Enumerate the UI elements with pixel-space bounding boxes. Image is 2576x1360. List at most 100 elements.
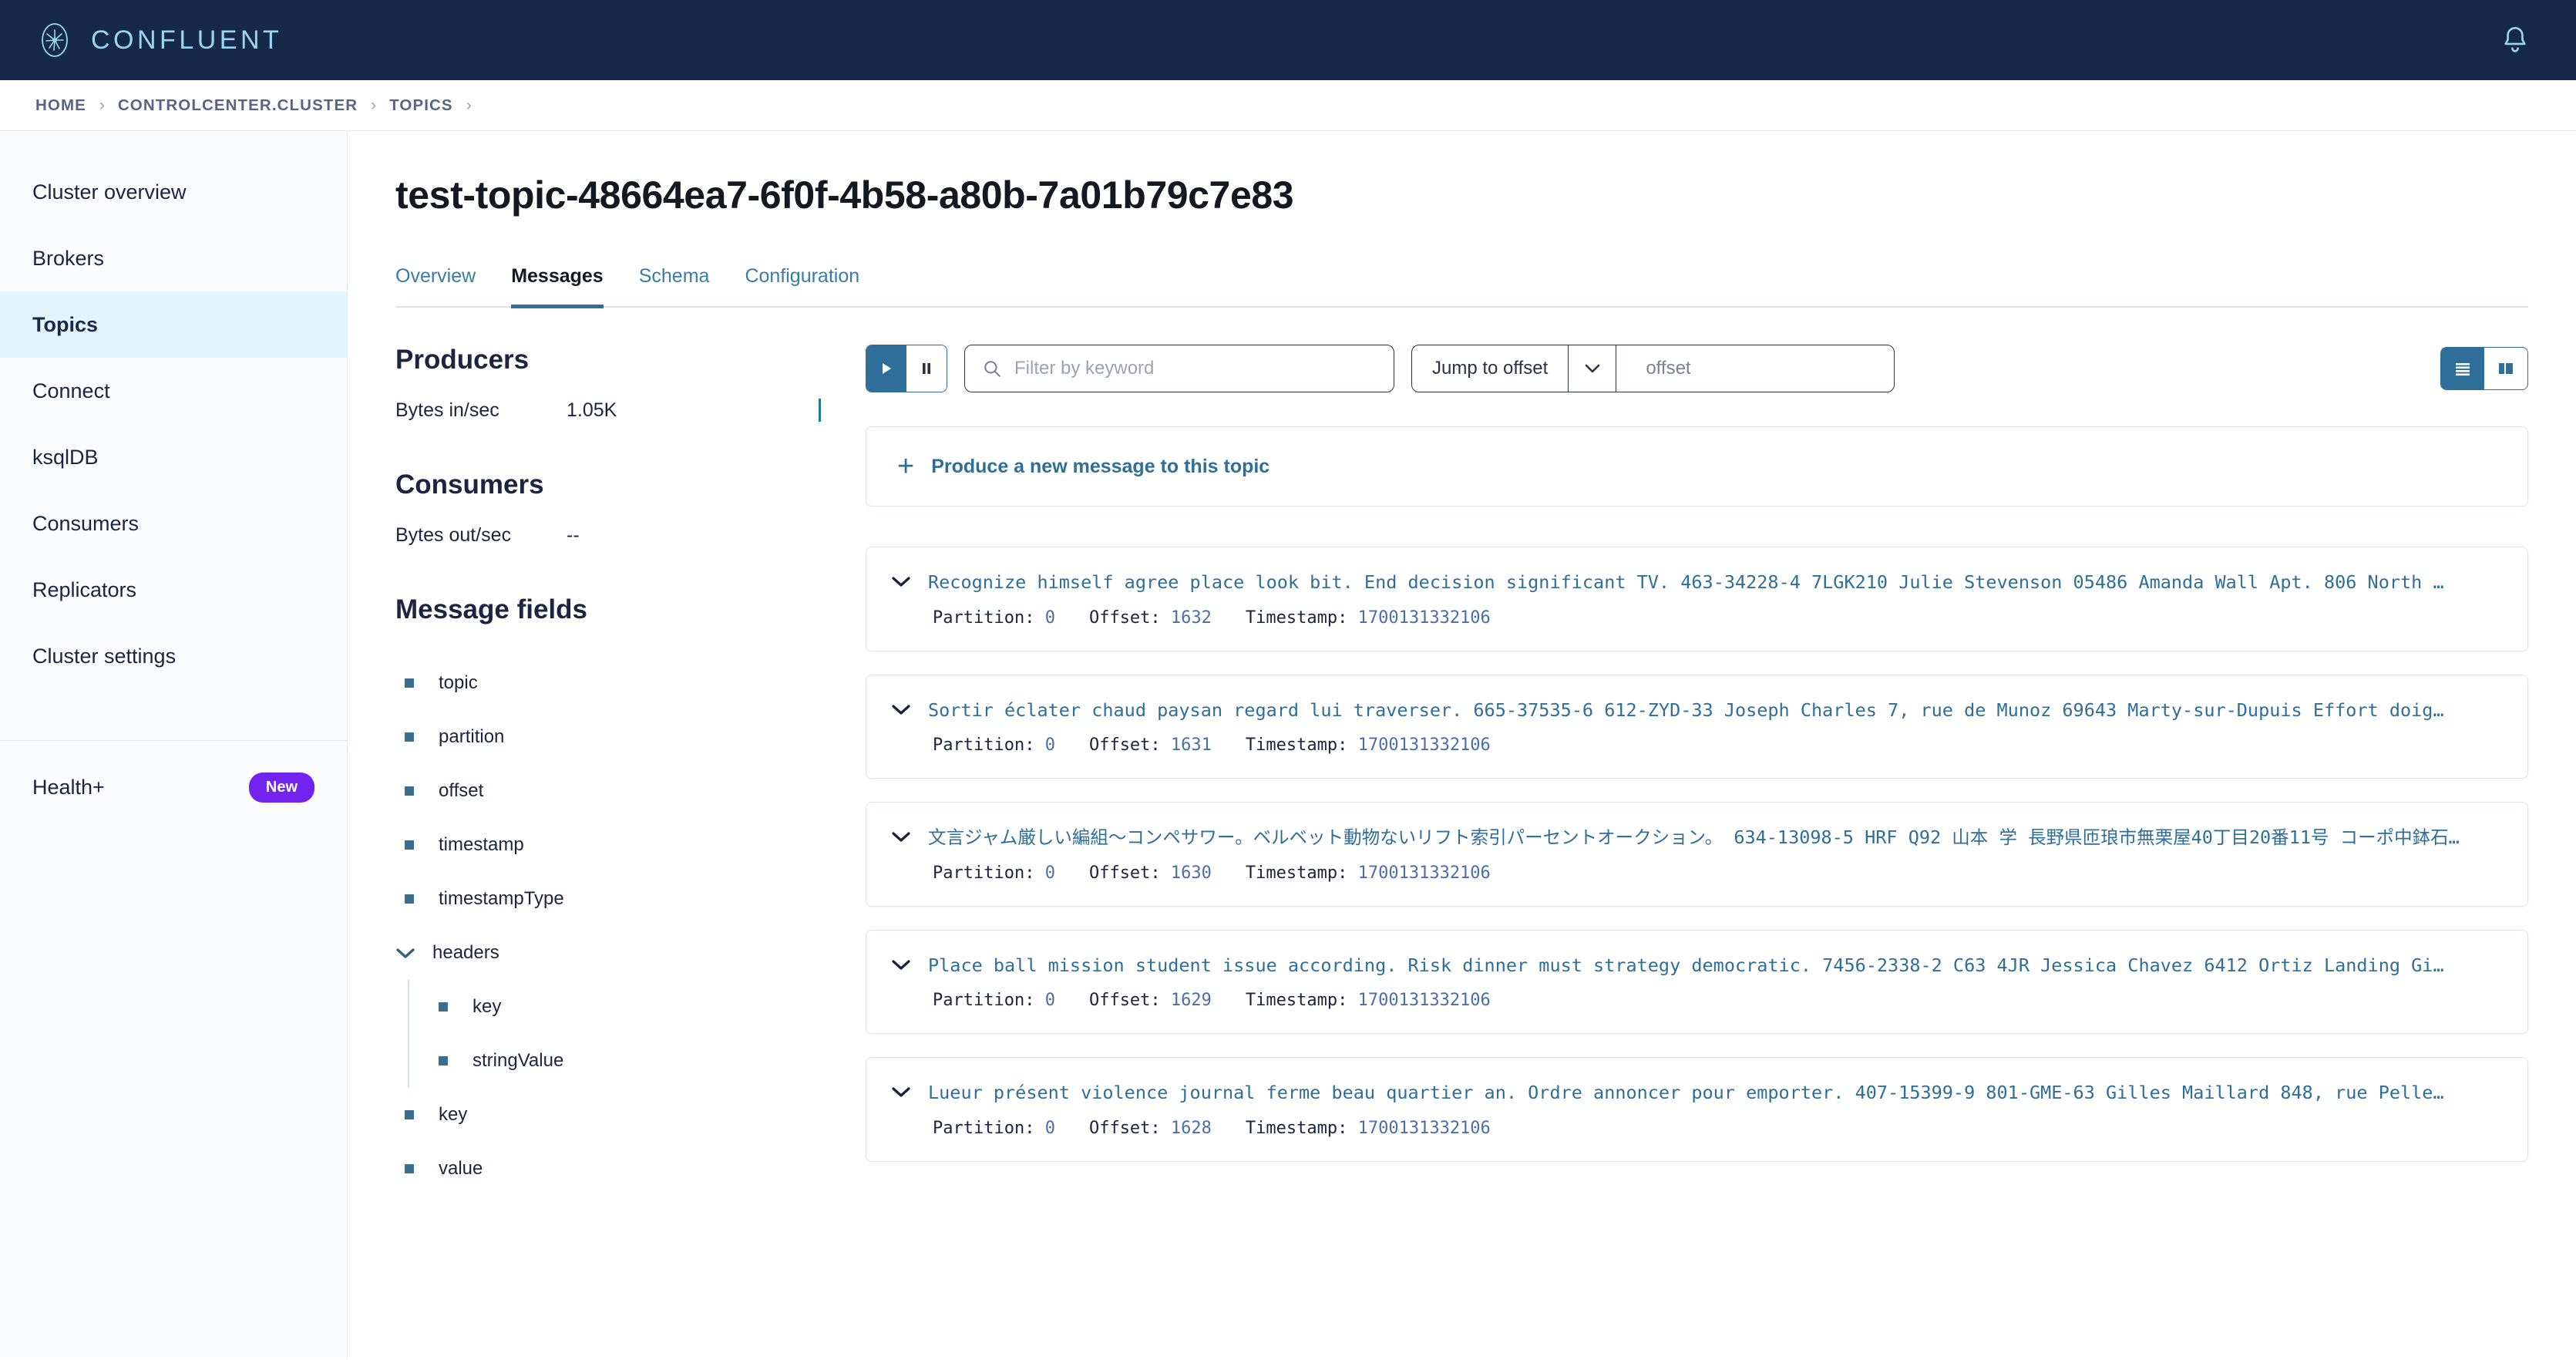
- message-fields-tree: topic partition offset timestamp timesta…: [395, 656, 827, 1196]
- meta-partition: Partition: 0: [933, 1119, 1055, 1138]
- jump-mode-caret[interactable]: [1569, 345, 1617, 392]
- brand-logo[interactable]: CONFLUENT: [35, 21, 282, 59]
- breadcrumb-separator: ›: [99, 96, 105, 114]
- sidebar-item-cluster-settings[interactable]: Cluster settings: [0, 623, 347, 689]
- field-headers[interactable]: headers: [395, 926, 827, 980]
- meta-timestamp: Timestamp: 1700131332106: [1246, 736, 1491, 755]
- consumers-bytes-out-row: Bytes out/sec --: [395, 523, 827, 547]
- meta-partition-label: Partition:: [933, 608, 1035, 628]
- field-label: key: [472, 996, 502, 1017]
- message-row[interactable]: Lueur présent violence journal ferme bea…: [866, 1057, 2528, 1162]
- producers-bytes-in-row: Bytes in/sec 1.05K: [395, 399, 827, 422]
- breadcrumb-item-home[interactable]: HOME: [35, 96, 86, 115]
- meta-partition: Partition: 0: [933, 736, 1055, 755]
- field-headers-stringvalue[interactable]: stringValue: [429, 1034, 827, 1088]
- chevron-down-icon[interactable]: [891, 830, 911, 847]
- sidebar-item-health-plus[interactable]: Health+ New: [0, 741, 347, 833]
- sidebar: Cluster overview Brokers Topics Connect …: [0, 131, 348, 1359]
- meta-timestamp-value: 1700131332106: [1357, 863, 1491, 883]
- chevron-down-icon[interactable]: [891, 1086, 911, 1102]
- meta-timestamp-value: 1700131332106: [1357, 1118, 1491, 1138]
- message-fields-title: Message fields: [395, 594, 587, 624]
- message-row[interactable]: Sortir éclater chaud paysan regard lui t…: [866, 674, 2528, 779]
- sidebar-item-replicators[interactable]: Replicators: [0, 557, 347, 623]
- sidebar-item-brokers[interactable]: Brokers: [0, 225, 347, 291]
- sidebar-item-topics[interactable]: Topics: [0, 291, 347, 358]
- meta-offset-label: Offset:: [1088, 736, 1161, 756]
- producers-metric-label: Bytes in/sec: [395, 399, 499, 421]
- bell-icon[interactable]: [2499, 24, 2531, 56]
- field-label: key: [439, 1104, 468, 1125]
- bullet-icon: [405, 678, 414, 688]
- meta-timestamp-value: 1700131332106: [1357, 736, 1491, 756]
- message-header: Recognize himself agree place look bit. …: [891, 571, 2500, 594]
- jump-to-offset-group: Jump to offset: [1411, 345, 1895, 392]
- chevron-down-icon[interactable]: [891, 703, 911, 719]
- field-topic[interactable]: topic: [395, 656, 827, 710]
- tab-messages[interactable]: Messages: [511, 265, 604, 308]
- message-row[interactable]: Place ball mission student issue accordi…: [866, 929, 2528, 1035]
- meta-timestamp-value: 1700131332106: [1357, 608, 1491, 628]
- filter-search-box[interactable]: [964, 345, 1394, 392]
- chevron-down-icon[interactable]: [891, 958, 911, 975]
- tab-overview[interactable]: Overview: [395, 265, 476, 308]
- field-key[interactable]: key: [395, 1088, 827, 1142]
- meta-partition-label: Partition:: [933, 1118, 1035, 1138]
- field-label: partition: [439, 726, 505, 747]
- bullet-icon: [405, 1110, 414, 1119]
- sidebar-item-label: Topics: [32, 312, 99, 336]
- produce-message-button[interactable]: + Produce a new message to this topic: [866, 426, 2528, 507]
- offset-input[interactable]: [1646, 345, 1885, 392]
- field-label: headers: [432, 942, 499, 963]
- field-offset[interactable]: offset: [395, 764, 827, 818]
- jump-mode-label: Jump to offset: [1432, 358, 1549, 379]
- jump-mode-select[interactable]: Jump to offset: [1412, 345, 1569, 392]
- message-row[interactable]: Recognize himself agree place look bit. …: [866, 547, 2528, 651]
- producers-sparkline: [682, 399, 827, 422]
- meta-offset: Offset: 1631: [1089, 736, 1212, 755]
- play-button[interactable]: [866, 345, 906, 392]
- field-timestamptype[interactable]: timestampType: [395, 872, 827, 926]
- sidebar-item-label: Cluster settings: [32, 644, 177, 668]
- message-header: Sortir éclater chaud paysan regard lui t…: [891, 699, 2500, 722]
- producers-title: Producers: [395, 345, 530, 375]
- sidebar-item-label: Replicators: [32, 577, 137, 601]
- breadcrumb-item-cluster[interactable]: CONTROLCENTER.CLUSTER: [118, 96, 358, 115]
- field-headers-key[interactable]: key: [429, 980, 827, 1034]
- list-view-button[interactable]: [2441, 348, 2484, 389]
- filter-input[interactable]: [1014, 345, 1377, 392]
- message-header: Lueur présent violence journal ferme bea…: [891, 1081, 2500, 1105]
- field-value[interactable]: value: [395, 1142, 827, 1196]
- breadcrumb-item-topics[interactable]: TOPICS: [389, 96, 453, 115]
- metrics-panel: Producers Bytes in/sec 1.05K Consumers B…: [395, 345, 827, 1196]
- meta-timestamp: Timestamp: 1700131332106: [1246, 1119, 1491, 1138]
- meta-partition: Partition: 0: [933, 608, 1055, 628]
- sidebar-item-consumers[interactable]: Consumers: [0, 490, 347, 557]
- meta-partition: Partition: 0: [933, 991, 1055, 1010]
- field-label: topic: [439, 672, 478, 693]
- chevron-down-icon: [1585, 364, 1600, 373]
- card-view-button[interactable]: [2484, 348, 2527, 389]
- bullet-icon: [405, 1164, 414, 1173]
- pause-button[interactable]: [906, 345, 947, 392]
- sidebar-item-ksqldb[interactable]: ksqlDB: [0, 424, 347, 490]
- chevron-down-icon[interactable]: [891, 575, 911, 591]
- sidebar-item-connect[interactable]: Connect: [0, 358, 347, 424]
- meta-offset-value: 1629: [1170, 991, 1212, 1011]
- meta-partition-label: Partition:: [933, 991, 1035, 1011]
- meta-offset-value: 1631: [1170, 736, 1212, 756]
- sidebar-item-label: Brokers: [32, 246, 105, 270]
- bullet-icon: [405, 894, 414, 904]
- sidebar-item-cluster-overview[interactable]: Cluster overview: [0, 159, 347, 225]
- tab-configuration[interactable]: Configuration: [745, 265, 859, 308]
- tab-schema[interactable]: Schema: [639, 265, 710, 308]
- field-timestamp[interactable]: timestamp: [395, 818, 827, 872]
- breadcrumb-separator: ›: [371, 96, 377, 114]
- message-header: Place ball mission student issue accordi…: [891, 954, 2500, 978]
- message-preview: 文言ジャム厳しい編組～コンペサワー。ベルベット動物ないリフト索引パーセントオーク…: [928, 826, 2460, 849]
- message-meta: Partition: 0 Offset: 1628 Timestamp: 170…: [891, 1119, 2500, 1138]
- offset-search-box[interactable]: [1616, 345, 1894, 392]
- meta-timestamp-value: 1700131332106: [1357, 991, 1491, 1011]
- field-partition[interactable]: partition: [395, 710, 827, 764]
- message-row[interactable]: 文言ジャム厳しい編組～コンペサワー。ベルベット動物ないリフト索引パーセントオーク…: [866, 802, 2528, 907]
